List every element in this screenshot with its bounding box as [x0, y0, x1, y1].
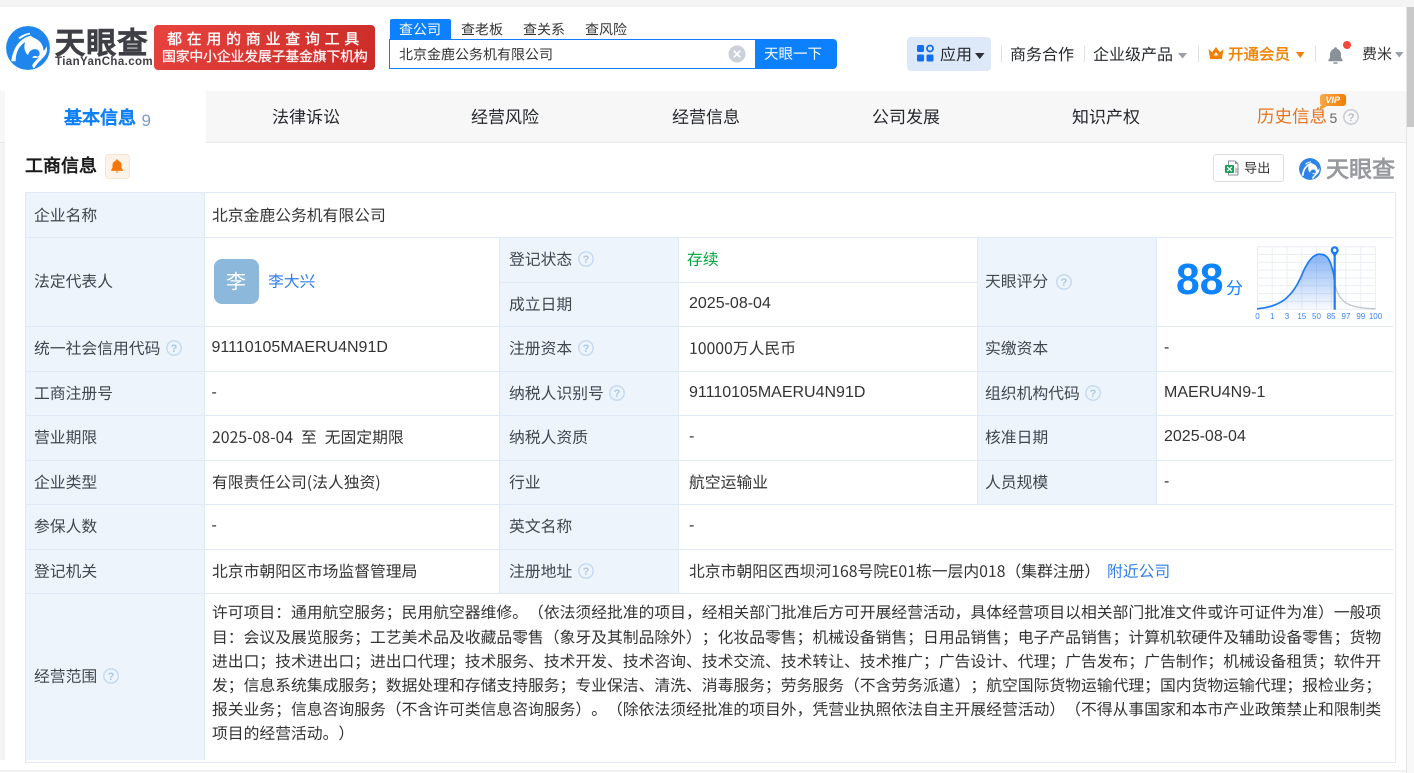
svg-text:?: ?: [1348, 112, 1354, 124]
svg-text:?: ?: [107, 671, 114, 683]
svg-text:?: ?: [583, 254, 590, 266]
svg-text:?: ?: [583, 343, 590, 355]
svg-text:?: ?: [1090, 388, 1097, 400]
svg-text:?: ?: [1061, 277, 1068, 289]
svg-text:?: ?: [171, 343, 178, 355]
svg-text:?: ?: [583, 566, 590, 578]
svg-text:?: ?: [613, 388, 620, 400]
